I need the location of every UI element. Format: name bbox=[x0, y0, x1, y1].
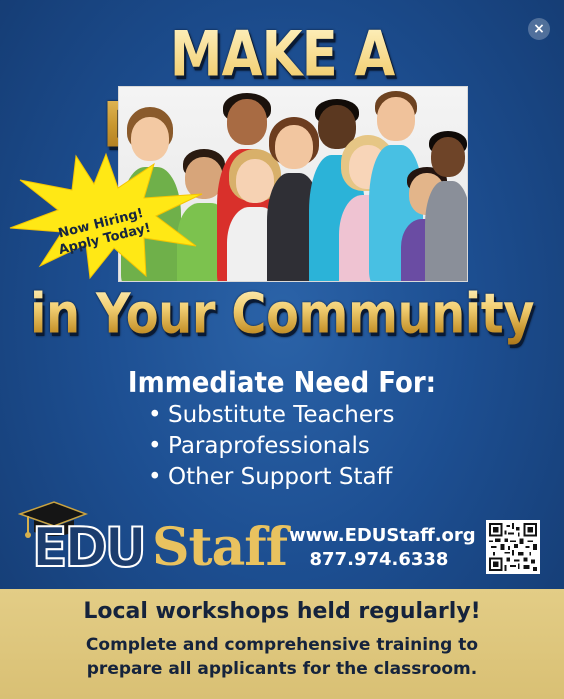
website-link[interactable]: www.EDUStaff.org bbox=[289, 524, 476, 548]
headline-bottom: in Your Community bbox=[0, 282, 564, 346]
phone-number: 877.974.6338 bbox=[309, 549, 449, 570]
needs-title: Immediate Need For: bbox=[127, 366, 437, 400]
list-item: • Paraprofessionals bbox=[148, 431, 394, 462]
bullet-icon: • bbox=[148, 433, 162, 459]
qr-code-icon bbox=[486, 520, 540, 574]
kid-figure bbox=[425, 131, 467, 281]
list-item: • Substitute Teachers bbox=[148, 400, 394, 431]
edustaff-logo: EDU Staff bbox=[18, 498, 288, 582]
need-item-label: Other Support Staff bbox=[168, 464, 393, 490]
need-item-label: Substitute Teachers bbox=[168, 402, 395, 428]
footer-band: Local workshops held regularly! Complete… bbox=[0, 589, 564, 699]
list-item: • Other Support Staff bbox=[148, 462, 394, 493]
job-poster: × MAKE A DIFFERENCE bbox=[0, 0, 564, 699]
footer-line-2: prepare all applicants for the classroom… bbox=[86, 659, 478, 679]
footer-line-1: Complete and comprehensive training to bbox=[85, 635, 479, 655]
logo-edu: EDU bbox=[31, 516, 148, 580]
bullet-icon: • bbox=[148, 464, 162, 490]
logo-staff: Staff bbox=[152, 517, 288, 578]
need-item-label: Paraprofessionals bbox=[168, 433, 370, 459]
contact-info: www.EDUStaff.org 877.974.6338 bbox=[289, 524, 476, 572]
needs-list: • Substitute Teachers • Paraprofessionals … bbox=[148, 400, 394, 493]
bullet-icon: • bbox=[148, 402, 162, 428]
footer-description: Complete and comprehensive training to p… bbox=[0, 633, 564, 681]
footer-title: Local workshops held regularly! bbox=[83, 599, 481, 624]
